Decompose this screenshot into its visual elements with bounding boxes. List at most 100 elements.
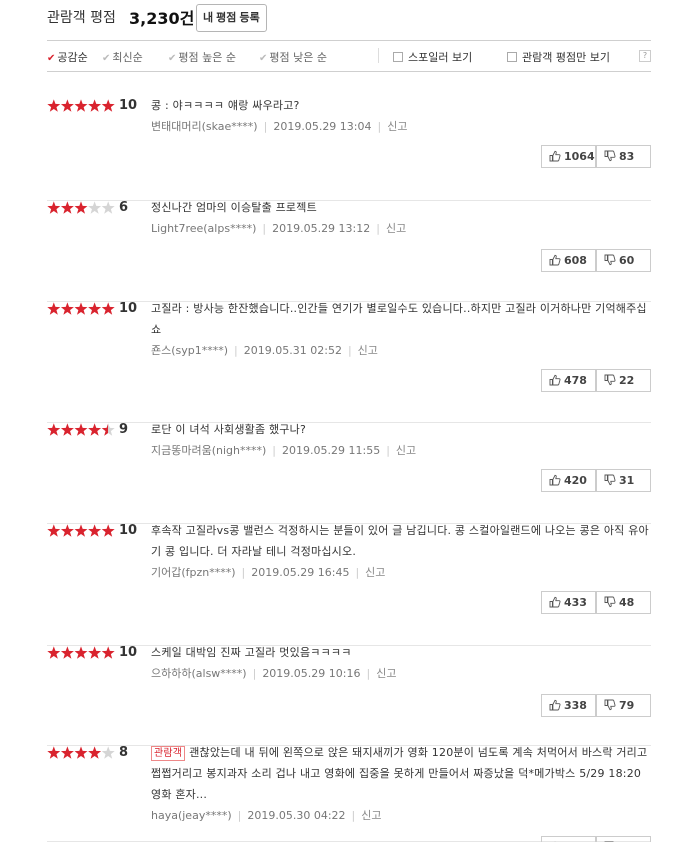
review-item: 10 고질라 : 방사능 한잔했습니다..인간들 연기가 별로일수도 있습니다..… xyxy=(47,301,651,423)
audience-only-toggle[interactable]: 관람객 평점만 보기 xyxy=(507,49,610,65)
star-icon xyxy=(101,746,115,759)
sort-tab-label: 평점 낮은 순 xyxy=(269,51,327,64)
review-text: 정신나간 엄마의 이승탈출 프로젝트 xyxy=(151,197,651,218)
review-meta: 기어갑(fpzn****) | 2019.05.29 16:45 | 신고 xyxy=(151,564,385,580)
unsympathy-button[interactable]: 83 xyxy=(596,145,651,168)
star-rating xyxy=(47,646,115,659)
unsympathy-button[interactable]: 79 xyxy=(596,694,651,717)
reviewer-name[interactable]: 변태대머리(skae****) xyxy=(151,120,258,133)
meta-divider: | xyxy=(252,667,257,680)
report-link[interactable]: 신고 xyxy=(386,222,406,235)
sympathy-button[interactable]: 478 xyxy=(541,369,596,392)
register-rating-button[interactable]: 내 평점 등록 xyxy=(196,4,267,32)
review-text: 고질라 : 방사능 한잔했습니다..인간들 연기가 별로일수도 있습니다..하지… xyxy=(151,298,651,340)
meta-divider: | xyxy=(355,566,360,579)
sympathy-button[interactable]: 1064 xyxy=(541,145,596,168)
sympathy-button[interactable]: 608 xyxy=(541,249,596,272)
meta-divider: | xyxy=(262,222,267,235)
star-icon xyxy=(47,201,61,214)
sympathy-button[interactable]: 338 xyxy=(541,694,596,717)
meta-divider: | xyxy=(234,344,238,357)
sort-tab-high[interactable]: ✔ 평점 높은 순 xyxy=(168,49,236,65)
unsympathy-count: 31 xyxy=(619,474,635,487)
review-date: 2019.05.31 02:52 xyxy=(243,344,342,357)
report-link[interactable]: 신고 xyxy=(361,809,381,822)
sympathy-count: 420 xyxy=(564,474,587,487)
star-icon xyxy=(74,99,88,112)
star-rating xyxy=(47,302,115,315)
check-icon: ✔ xyxy=(168,53,177,64)
star-icon xyxy=(60,524,74,537)
report-link[interactable]: 신고 xyxy=(387,120,407,133)
vote-buttons: 433 48 xyxy=(541,591,651,614)
unsympathy-button[interactable] xyxy=(596,836,651,842)
score-header: 관람객 평점 3,230건 내 평점 등록 xyxy=(47,4,651,34)
unsympathy-button[interactable]: 48 xyxy=(596,591,651,614)
meta-divider: | xyxy=(366,667,371,680)
review-item: 8 관람객 괜찮았는데 내 뒤에 왼쪽으로 앉은 돼지새끼가 영화 120분이 넘도… xyxy=(47,745,651,842)
meta-divider: | xyxy=(376,222,380,235)
star-icon xyxy=(47,99,61,112)
reviewer-name[interactable]: 죤스(syp1****) xyxy=(151,344,228,357)
star-icon xyxy=(88,423,102,436)
sort-tab-sympathy[interactable]: ✔ 공감순 xyxy=(47,49,88,65)
report-link[interactable]: 신고 xyxy=(365,566,385,579)
review-meta: 으하하하(alsw****) | 2019.05.29 10:16 | 신고 xyxy=(151,665,396,681)
report-link[interactable]: 신고 xyxy=(376,667,396,680)
star-icon xyxy=(47,423,61,436)
sympathy-button[interactable]: 420 xyxy=(541,469,596,492)
rating-score: 6 xyxy=(119,200,129,215)
help-icon[interactable]: ? xyxy=(639,50,651,62)
unsympathy-count: 60 xyxy=(619,254,635,267)
sympathy-button[interactable] xyxy=(541,836,596,842)
meta-divider: | xyxy=(377,120,382,133)
star-icon xyxy=(74,201,88,214)
sympathy-count: 478 xyxy=(564,374,587,387)
vote-buttons: 1064 83 xyxy=(541,145,651,168)
rating-score: 9 xyxy=(119,422,129,437)
star-icon xyxy=(60,746,74,759)
unsympathy-button[interactable]: 22 xyxy=(596,369,651,392)
review-body: 고질라 : 방사능 한잔했습니다..인간들 연기가 별로일수도 있습니다..하지… xyxy=(151,302,647,336)
unsympathy-button[interactable]: 60 xyxy=(596,249,651,272)
report-link[interactable]: 신고 xyxy=(396,444,416,457)
reviewer-name[interactable]: 지금똥마려움(nigh****) xyxy=(151,444,266,457)
star-rating xyxy=(47,746,115,759)
report-link[interactable]: 신고 xyxy=(358,344,378,357)
check-icon: ✔ xyxy=(259,53,268,64)
unsympathy-button[interactable]: 31 xyxy=(596,469,651,492)
star-icon xyxy=(74,524,88,537)
reviewer-name[interactable]: 으하하하(alsw****) xyxy=(151,667,247,680)
star-rating xyxy=(47,99,115,112)
section-title: 관람객 평점 xyxy=(47,10,116,26)
meta-divider: | xyxy=(272,444,277,457)
sympathy-button[interactable]: 433 xyxy=(541,591,596,614)
review-text: 로단 이 녀석 사회생활좀 했구나? xyxy=(151,419,651,440)
star-icon xyxy=(60,646,74,659)
review-text: 후속작 고질라vs콩 밸런스 걱정하시는 분들이 있어 글 남깁니다. 콩 스컬… xyxy=(151,520,651,562)
spoiler-toggle[interactable]: 스포일러 보기 xyxy=(393,49,472,65)
star-icon xyxy=(60,99,74,112)
rating-score: 8 xyxy=(119,745,129,760)
star-icon xyxy=(74,302,88,315)
review-item: 10 콩 : 야ㅋㅋㅋㅋ 얘랑 싸우라고? 변태대머리(skae****) | 2019… xyxy=(47,98,651,201)
divider xyxy=(378,48,379,63)
sort-tab-latest[interactable]: ✔ 최신순 xyxy=(102,49,143,65)
star-icon xyxy=(101,99,115,112)
star-icon xyxy=(60,201,74,214)
review-meta: haya(jeay****) | 2019.05.30 04:22 | 신고 xyxy=(151,807,382,823)
star-icon xyxy=(101,201,115,214)
review-item: 6 정신나간 엄마의 이승탈출 프로젝트 Light7ree(alps****) | 2… xyxy=(47,200,651,302)
reviewer-name[interactable]: 기어갑(fpzn****) xyxy=(151,566,236,579)
sympathy-count: 608 xyxy=(564,254,587,267)
sort-tab-label: 평점 높은 순 xyxy=(178,51,236,64)
reviewer-name[interactable]: haya(jeay****) xyxy=(151,809,232,822)
review-item: 9 로단 이 녀석 사회생활좀 했구나? 지금똥마려움(nigh****) | 2019… xyxy=(47,422,651,524)
sort-tab-low[interactable]: ✔ 평점 낮은 순 xyxy=(259,49,327,65)
meta-divider: | xyxy=(237,809,242,822)
reviewer-name[interactable]: Light7ree(alps****) xyxy=(151,222,256,235)
sort-bar: ✔ 공감순 ✔ 최신순 ✔ 평점 높은 순 ✔ 평점 낮은 순 스포일러 보기 관람객 … xyxy=(47,40,651,72)
vote-buttons: 608 60 xyxy=(541,249,651,272)
spoiler-label: 스포일러 보기 xyxy=(408,51,473,64)
vote-buttons: 338 79 xyxy=(541,694,651,717)
